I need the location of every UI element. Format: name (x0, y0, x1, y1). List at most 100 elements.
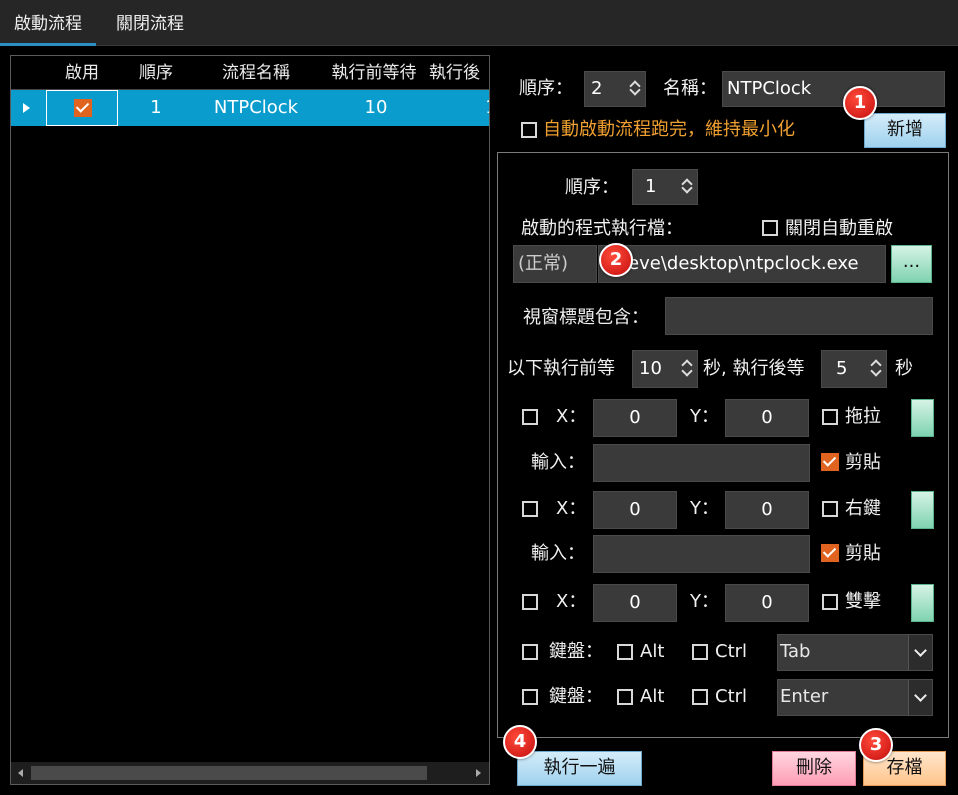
chevron-down-icon[interactable] (682, 186, 692, 196)
exe-label: 啟動的程式執行檔： (521, 218, 683, 239)
order-stepper[interactable]: 2 (584, 71, 646, 107)
keyboard1-ctrl-label: Ctrl (715, 641, 748, 662)
row-wait-after: 1 (481, 90, 489, 126)
window-title-input[interactable] (665, 297, 933, 335)
chevron-down-icon[interactable] (908, 635, 932, 670)
action1-x-label: X： (556, 406, 587, 427)
scroll-right-icon[interactable] (476, 769, 481, 777)
browse-button[interactable]: ... (891, 245, 932, 283)
flow-grid[interactable]: 啟用 順序 流程名稱 執行前等待 執行後 1 NTPClock 10 1 (10, 55, 490, 785)
scroll-thumb[interactable] (31, 766, 427, 780)
close-autorestart-label: 關閉自動重啟 (785, 218, 893, 239)
action3-y-label: Y： (690, 591, 719, 612)
action2-y-label: Y： (690, 498, 719, 519)
chevron-down-icon[interactable] (630, 88, 640, 98)
keyboard1-alt-checkbox[interactable] (617, 644, 633, 660)
keyboard1-label: 鍵盤： (549, 641, 603, 662)
wait-before-stepper[interactable]: 10 (632, 350, 698, 388)
key1-value: Tab (780, 641, 811, 662)
close-autorestart-checkbox[interactable] (762, 220, 778, 236)
wait-after-stepper[interactable]: 5 (821, 350, 887, 388)
run-mode-select[interactable]: (正常) (513, 245, 597, 283)
table-row[interactable]: 1 NTPClock 10 1 (11, 90, 489, 126)
delete-button[interactable]: 刪除 (772, 751, 856, 786)
action1-paste-label: 剪貼 (845, 452, 881, 473)
name-input[interactable]: NTPClock (722, 71, 945, 107)
scroll-left-icon[interactable] (18, 769, 23, 777)
keyboard2-checkbox[interactable] (522, 689, 538, 705)
action2-x-label: X： (556, 498, 587, 519)
action2-checkbox[interactable] (522, 501, 538, 517)
double-click-checkbox[interactable] (822, 594, 838, 610)
right-click-checkbox[interactable] (822, 501, 838, 517)
action2-input-label: 輸入： (531, 543, 585, 564)
keyboard2-alt-checkbox[interactable] (617, 689, 633, 705)
column-header-wait-after[interactable]: 執行後 (429, 56, 489, 90)
keyboard1-alt-label: Alt (640, 641, 665, 662)
add-button[interactable]: 新增 (864, 113, 946, 148)
window-title-label: 視窗標題包含： (523, 307, 649, 328)
keyboard2-ctrl-checkbox[interactable] (692, 689, 708, 705)
action2-pick-button[interactable] (911, 491, 934, 529)
action1-y-label: Y： (690, 406, 719, 427)
action1-checkbox[interactable] (522, 409, 538, 425)
action2-paste-label: 剪貼 (845, 543, 881, 564)
action1-pick-button[interactable] (911, 399, 934, 437)
column-header-wait-before[interactable]: 執行前等待 (319, 56, 429, 90)
action1-y-input[interactable]: 0 (725, 399, 809, 437)
column-header-name[interactable]: 流程名稱 (201, 56, 311, 90)
keyboard2-ctrl-label: Ctrl (715, 686, 748, 707)
drag-checkbox[interactable] (822, 409, 838, 425)
action1-input-label: 輸入： (531, 452, 585, 473)
action3-checkbox[interactable] (522, 594, 538, 610)
tab-shutdown-flow[interactable]: 關閉流程 (116, 10, 184, 38)
action2-input-field[interactable] (593, 535, 810, 573)
tab-bar: 啟動流程 關閉流程 (0, 0, 958, 46)
action2-x-input[interactable]: 0 (593, 491, 677, 529)
keyboard2-alt-label: Alt (640, 686, 665, 707)
key1-select[interactable]: Tab (777, 634, 933, 671)
auto-minimize-checkbox[interactable] (521, 122, 537, 138)
step-order-value: 1 (645, 176, 657, 197)
order-value: 2 (591, 78, 603, 99)
run-once-button[interactable]: 執行一遍 (517, 751, 642, 786)
action3-y-input[interactable]: 0 (725, 584, 809, 622)
chevron-down-icon[interactable] (871, 369, 881, 379)
keyboard1-ctrl-checkbox[interactable] (692, 644, 708, 660)
action3-x-label: X： (556, 591, 587, 612)
horizontal-scrollbar[interactable] (11, 762, 489, 784)
key2-select[interactable]: Enter (777, 679, 933, 716)
keyboard1-checkbox[interactable] (522, 644, 538, 660)
action2-paste-checkbox[interactable] (821, 544, 839, 562)
action3-x-input[interactable]: 0 (593, 584, 677, 622)
step-order-label: 順序： (565, 177, 619, 198)
enabled-cell[interactable] (46, 90, 118, 126)
double-click-label: 雙擊 (845, 591, 881, 612)
action1-paste-checkbox[interactable] (821, 453, 839, 471)
chevron-down-icon[interactable] (908, 680, 932, 715)
chevron-down-icon[interactable] (682, 369, 692, 379)
wait-after-value: 5 (836, 358, 848, 379)
callout-badge-1: 1 (843, 86, 877, 120)
action2-y-input[interactable]: 0 (725, 491, 809, 529)
action1-x-input[interactable]: 0 (593, 399, 677, 437)
key2-value: Enter (780, 686, 829, 707)
name-label: 名稱： (663, 78, 717, 99)
wait-suffix-label: 秒 (895, 358, 913, 379)
step-order-stepper[interactable]: 1 (632, 169, 698, 205)
action3-pick-button[interactable] (911, 584, 934, 622)
column-header-enabled[interactable]: 啟用 (47, 56, 117, 90)
enabled-checkbox[interactable] (74, 99, 92, 117)
right-click-label: 右鍵 (845, 498, 881, 519)
column-header-order[interactable]: 順序 (121, 56, 191, 90)
action1-input-field[interactable] (593, 444, 810, 482)
callout-badge-3: 3 (859, 728, 893, 762)
auto-minimize-label: 自動啟動流程跑完，維持最小化 (543, 119, 795, 140)
wait-prefix-label: 以下執行前等 (507, 358, 615, 379)
tab-startup-flow[interactable]: 啟動流程 (0, 10, 96, 46)
row-selector-icon (23, 103, 30, 113)
exe-path-input[interactable]: teve\desktop\ntpclock.exe (598, 245, 886, 283)
callout-badge-4: 4 (503, 725, 537, 759)
order-label: 順序： (519, 78, 573, 99)
row-order: 1 (150, 97, 162, 118)
